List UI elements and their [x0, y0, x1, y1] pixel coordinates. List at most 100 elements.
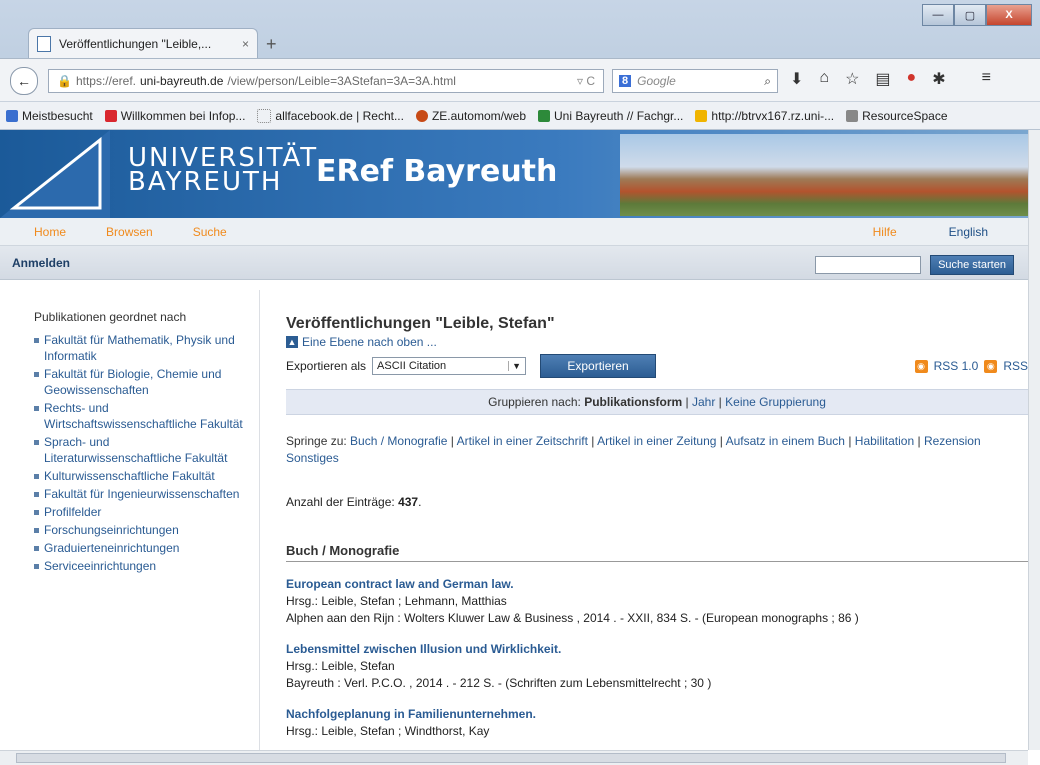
browser-chrome: Veröffentlichungen "Leible,... × + — ▢ X…	[0, 0, 1040, 130]
bookmark-icon	[415, 109, 428, 122]
sidebar-item[interactable]: Fakultät für Ingenieurwissenschaften	[34, 486, 247, 502]
page-icon	[37, 35, 51, 52]
reload-icon[interactable]: ▿ C	[577, 74, 595, 88]
new-tab-button[interactable]: +	[266, 34, 277, 55]
lock-icon: 🔒	[57, 74, 72, 88]
toolbar-icons: ⬇ ⌂ ☆ ▤ ● ✱ ≡	[790, 69, 991, 89]
sidebar-item[interactable]: Sprach- und Literaturwissenschaftliche F…	[34, 434, 247, 466]
university-wordmark[interactable]: UNIVERSITÄT BAYREUTH	[128, 145, 318, 195]
sidebar-item[interactable]: Rechts- und Wirtschaftswissenschaftliche…	[34, 400, 247, 432]
bookmark-icon	[6, 109, 18, 122]
nav-home[interactable]: Home	[34, 225, 66, 239]
sidebar-item[interactable]: Fakultät für Mathematik, Physik und Info…	[34, 332, 247, 364]
main-content: Veröffentlichungen "Leible, Stefan" ▲ Ei…	[286, 315, 1028, 740]
url-bar[interactable]: 🔒 https://eref. uni-bayreuth.de/view/pers…	[48, 69, 604, 93]
entry-title-link[interactable]: Nachfolgeplanung in Familienunternehmen.	[286, 706, 1028, 723]
entry-title-link[interactable]: European contract law and German law.	[286, 576, 1028, 593]
web-page: UNIVERSITÄT BAYREUTH ERef Bayreuth Home …	[0, 130, 1028, 750]
horizontal-scroll-thumb[interactable]	[16, 753, 1006, 763]
university-logo-icon[interactable]	[0, 130, 110, 218]
browser-tab[interactable]: Veröffentlichungen "Leible,... ×	[28, 28, 258, 58]
entry-authors: Hrsg.: Leible, Stefan ; Windthorst, Kay	[286, 724, 490, 738]
back-button[interactable]: ←	[10, 67, 38, 95]
back-arrow-icon: ←	[17, 73, 31, 89]
vertical-scrollbar[interactable]	[1028, 130, 1040, 750]
sidebar-item[interactable]: Serviceeinrichtungen	[34, 558, 247, 574]
maximize-button[interactable]: ▢	[954, 4, 986, 26]
sidebar-item[interactable]: Graduierteneinrichtungen	[34, 540, 247, 556]
up-level-link[interactable]: ▲ Eine Ebene nach oben ...	[286, 335, 1028, 349]
url-path: /view/person/Leible=3AStefan=3A=3A.html	[227, 74, 456, 88]
language-switch[interactable]: English	[949, 225, 988, 239]
site-banner: UNIVERSITÄT BAYREUTH ERef Bayreuth	[0, 130, 1028, 218]
jump-link[interactable]: Aufsatz in einem Buch	[726, 434, 845, 448]
sidebar-item[interactable]: Profilfelder	[34, 504, 247, 520]
export-row: Exportieren als ASCII Citation ▼ Exporti…	[286, 353, 1028, 379]
group-by-year[interactable]: Jahr	[692, 395, 715, 409]
group-current: Publikationsform	[584, 395, 683, 409]
bookmarks-toolbar: Meistbesucht Willkommen bei Infop... all…	[0, 102, 1040, 130]
addon-icon[interactable]: ●	[907, 69, 917, 89]
bookmark-icon	[695, 109, 708, 122]
page-title: Veröffentlichungen "Leible, Stefan"	[286, 315, 555, 332]
search-engine-icon[interactable]: 8	[619, 75, 632, 87]
jump-link[interactable]: Rezension	[924, 434, 981, 448]
horizontal-scrollbar[interactable]	[0, 750, 1028, 765]
grouping-bar: Gruppieren nach: Publikationsform | Jahr…	[286, 389, 1028, 415]
bookmark-item[interactable]: Uni Bayreuth // Fachgr...	[538, 109, 683, 123]
url-host: uni-bayreuth.de	[139, 74, 224, 88]
close-window-button[interactable]: X	[986, 4, 1032, 26]
nav-suche[interactable]: Suche	[193, 225, 227, 239]
list-item: Lebensmittel zwischen Illusion und Wirkl…	[286, 641, 1028, 692]
jump-link[interactable]: Sonstiges	[286, 451, 339, 465]
dropdown-arrow-icon: ▼	[508, 361, 521, 371]
group-none[interactable]: Keine Gruppierung	[725, 395, 826, 409]
site-search-input[interactable]	[815, 256, 921, 274]
sidebar-item[interactable]: Kulturwissenschaftliche Fakultät	[34, 468, 247, 484]
rss2-link[interactable]: RSS	[1003, 359, 1028, 373]
jump-link[interactable]: Artikel in einer Zeitung	[597, 434, 716, 448]
jump-link[interactable]: Habilitation	[855, 434, 914, 448]
search-bar[interactable]: 8 Google ⌕	[612, 69, 778, 93]
bookmark-item[interactable]: ZE.automom/web	[415, 109, 526, 123]
entry-details: Bayreuth : Verl. P.C.O. , 2014 . - 212 S…	[286, 676, 712, 690]
entry-title-link[interactable]: Lebensmittel zwischen Illusion und Wirkl…	[286, 641, 1028, 658]
jump-link[interactable]: Artikel in einer Zeitschrift	[457, 434, 588, 448]
sidebar-item[interactable]: Forschungseinrichtungen	[34, 522, 247, 538]
bookmark-item[interactable]: http://btrvx167.rz.uni-...	[695, 109, 834, 123]
window-controls: — ▢ X	[922, 4, 1032, 26]
entry-authors: Hrsg.: Leible, Stefan ; Lehmann, Matthia…	[286, 594, 507, 608]
menu-icon[interactable]: ≡	[982, 69, 991, 89]
tab-title: Veröffentlichungen "Leible,...	[59, 36, 212, 51]
bookmark-icon	[538, 109, 550, 122]
download-icon[interactable]: ⬇	[790, 69, 803, 89]
bookmark-item[interactable]: Meistbesucht	[6, 109, 93, 123]
export-button[interactable]: Exportieren	[540, 354, 657, 378]
url-prefix: https://eref.	[75, 74, 136, 88]
extension-icon[interactable]: ✱	[932, 69, 945, 89]
bookmark-item[interactable]: Willkommen bei Infop...	[104, 109, 245, 123]
rss-links: ◉ RSS 1.0 ◉ RSS	[914, 359, 1028, 373]
export-format-select[interactable]: ASCII Citation ▼	[372, 357, 527, 375]
nav-browsen[interactable]: Browsen	[106, 225, 153, 239]
home-icon[interactable]: ⌂	[819, 69, 829, 89]
rss1-link[interactable]: RSS 1.0	[934, 359, 979, 373]
sidebar-item[interactable]: Fakultät für Biologie, Chemie und Geowis…	[34, 366, 247, 398]
jump-link[interactable]: Buch / Monografie	[350, 434, 447, 448]
bookmark-item[interactable]: allfacebook.de | Recht...	[257, 108, 404, 123]
login-link[interactable]: Anmelden	[12, 256, 70, 270]
reading-list-icon[interactable]: ▤	[875, 69, 890, 89]
sidebar: Publikationen geordnet nach Fakultät für…	[0, 290, 260, 750]
count-value: 437	[398, 495, 419, 509]
magnifier-icon[interactable]: ⌕	[764, 74, 771, 89]
bookmark-item[interactable]: ResourceSpace	[846, 109, 948, 123]
nav-help[interactable]: Hilfe	[873, 225, 897, 239]
bookmark-star-icon[interactable]: ☆	[845, 69, 859, 89]
minimize-button[interactable]: —	[922, 4, 954, 26]
search-start-button[interactable]: Suche starten	[930, 255, 1014, 275]
list-item: Nachfolgeplanung in Familienunternehmen.…	[286, 706, 1028, 740]
campus-photo	[620, 134, 1028, 216]
up-arrow-icon: ▲	[286, 336, 298, 348]
bookmark-icon	[846, 109, 859, 122]
tab-close-icon[interactable]: ×	[242, 37, 249, 51]
